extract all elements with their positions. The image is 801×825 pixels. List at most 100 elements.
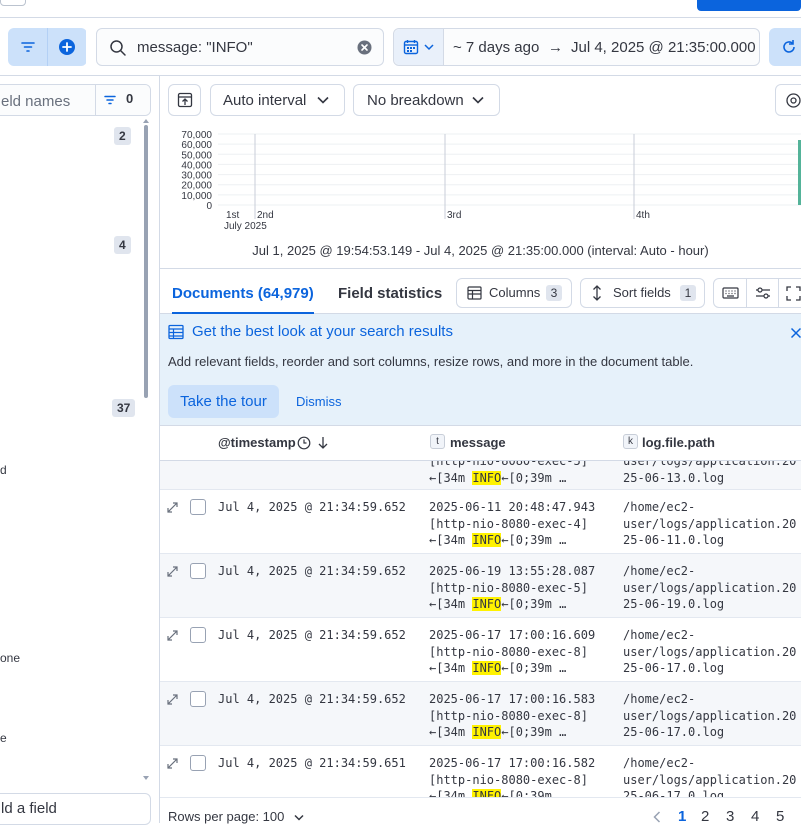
- row-select-checkbox[interactable]: [190, 563, 206, 579]
- expand-row-icon[interactable]: [166, 565, 179, 578]
- callout-title: Get the best look at your search results: [192, 323, 453, 340]
- data-grid-body: [http-nio-8080-exec-5] ←[34m INFO←[0;39m…: [160, 461, 801, 797]
- column-header-timestamp[interactable]: @timestamp: [218, 435, 296, 450]
- message-cell-line: [http-nio-8080-exec-5]: [429, 580, 588, 595]
- message-cell-line: ←[34m INFO←[0;39m …: [429, 533, 567, 547]
- clear-icon[interactable]: [357, 40, 372, 55]
- message-cell-line: 2025-06-17 17:00:16.582: [429, 756, 596, 770]
- message-cell-line: 2025-06-17 17:00:16.583: [429, 692, 596, 706]
- table-row[interactable]: Jul 4, 2025 @ 21:34:59.652 2025-06-17 17:…: [160, 618, 801, 682]
- chart-x-sublabel: July 2025: [224, 221, 267, 232]
- chart-y-tick-label: 0: [206, 201, 212, 212]
- field-list-sidebar: eld names 0 2 4 37 d one e ld a field: [0, 76, 160, 825]
- add-field-button[interactable]: ld a field: [0, 793, 151, 825]
- row-select-checkbox[interactable]: [190, 691, 206, 707]
- timestamp-cell: Jul 4, 2025 @ 21:34:59.652: [218, 628, 406, 642]
- tour-callout: Get the best look at your search results…: [160, 314, 801, 425]
- page-1[interactable]: 1: [678, 808, 686, 825]
- search-input[interactable]: message: "INFO": [96, 28, 384, 66]
- path-cell-line: 25-06-17.0.log: [623, 725, 725, 739]
- filter-menu-button[interactable]: [8, 28, 47, 66]
- query-bar: message: "INFO" ~ 7 days ago → Jul 4, 20…: [0, 18, 801, 76]
- sort-fields-button[interactable]: Sort fields 1: [580, 278, 705, 308]
- plus-circle-icon: [59, 39, 75, 55]
- refresh-button[interactable]: [769, 28, 801, 66]
- add-filter-button[interactable]: [47, 28, 86, 66]
- message-cell-line: [http-nio-8080-exec-4]: [429, 516, 588, 531]
- message-cell-line: 2025-06-17 17:00:16.609: [429, 628, 596, 642]
- sort-fields-label: Sort fields: [613, 285, 671, 300]
- menu-button-cropped[interactable]: [0, 0, 26, 6]
- filter-icon: [104, 95, 116, 105]
- message-cell-line: ←[34m INFO←[0;39m …: [429, 788, 566, 797]
- column-header-log-file-path[interactable]: log.file.path: [642, 435, 715, 450]
- keyboard-icon: [722, 287, 739, 299]
- page-5[interactable]: 5: [776, 808, 784, 825]
- date-start[interactable]: ~ 7 days ago: [453, 39, 539, 56]
- filter-icon: [20, 42, 35, 52]
- refresh-icon: [783, 40, 795, 53]
- tab-documents[interactable]: Documents (64,979): [172, 285, 314, 314]
- chevron-left-icon[interactable]: [653, 811, 661, 823]
- field-search-input[interactable]: eld names 0: [0, 84, 151, 116]
- row-select-checkbox[interactable]: [190, 499, 206, 515]
- row-select-checkbox[interactable]: [190, 755, 206, 771]
- page-4[interactable]: 4: [751, 808, 759, 825]
- path-cell-line: user/logs/application.20: [623, 644, 797, 659]
- breakdown-select[interactable]: No breakdown: [353, 84, 500, 116]
- fullscreen-button[interactable]: [778, 278, 801, 308]
- path-cell-line: user/logs/application.20: [623, 461, 797, 468]
- page-3[interactable]: 3: [726, 808, 734, 825]
- sort-fields-count: 1: [680, 285, 696, 301]
- table-row[interactable]: Jul 4, 2025 @ 21:34:59.652 2025-06-11 20:…: [160, 490, 801, 554]
- chevron-down-icon: [424, 44, 434, 51]
- display-settings-button[interactable]: [746, 278, 779, 308]
- quick-select-button[interactable]: [394, 29, 444, 65]
- field-name-fragment[interactable]: one: [0, 651, 20, 665]
- expand-row-icon[interactable]: [166, 693, 179, 706]
- table-row[interactable]: Jul 4, 2025 @ 21:34:59.651 2025-06-17 17:…: [160, 746, 801, 797]
- search-icon: [110, 40, 126, 56]
- table-row[interactable]: Jul 4, 2025 @ 21:34:59.652 2025-06-17 17:…: [160, 682, 801, 746]
- expand-row-icon[interactable]: [166, 501, 179, 514]
- page-2[interactable]: 2: [701, 808, 709, 825]
- date-end[interactable]: Jul 4, 2025 @ 21:35:00.000: [571, 39, 756, 56]
- date-picker: ~ 7 days ago → Jul 4, 2025 @ 21:35:00.00…: [393, 28, 760, 66]
- scroll-up-icon[interactable]: [142, 118, 150, 124]
- callout-body: Add relevant fields, reorder and sort co…: [168, 354, 694, 369]
- close-icon[interactable]: [790, 327, 801, 339]
- interval-select[interactable]: Auto interval: [210, 84, 345, 116]
- table-icon: [467, 286, 482, 300]
- path-cell-line: 25-06-19.0.log: [623, 597, 725, 611]
- columns-button[interactable]: Columns 3: [456, 278, 572, 308]
- keyboard-shortcuts-button[interactable]: [713, 278, 747, 308]
- field-name-fragment[interactable]: e: [0, 731, 7, 745]
- search-query-text: message: "INFO": [137, 39, 253, 56]
- table-row[interactable]: Jul 4, 2025 @ 21:34:59.652 2025-06-19 13:…: [160, 554, 801, 618]
- sidebar-scrollbar[interactable]: [144, 125, 148, 398]
- dismiss-link[interactable]: Dismiss: [296, 394, 342, 409]
- field-filter-button[interactable]: 0: [95, 85, 150, 115]
- chart-time-range-caption: Jul 1, 2025 @ 19:54:53.149 - Jul 4, 2025…: [252, 243, 709, 258]
- date-arrow-icon: →: [548, 39, 563, 56]
- sort-descending-icon[interactable]: [317, 436, 329, 450]
- path-cell-line: /home/ec2-: [623, 628, 696, 642]
- chart-x-tick-label: 3rd: [447, 210, 461, 221]
- expand-row-icon[interactable]: [166, 629, 179, 642]
- collapse-chart-button[interactable]: [168, 84, 201, 116]
- table-row[interactable]: [http-nio-8080-exec-5] ←[34m INFO←[0;39m…: [160, 461, 801, 490]
- primary-action-button-cropped[interactable]: [697, 0, 801, 11]
- take-tour-button[interactable]: Take the tour: [168, 385, 279, 418]
- chart-options-button[interactable]: [775, 84, 801, 116]
- field-name-fragment[interactable]: d: [0, 463, 7, 477]
- rows-per-page-select[interactable]: Rows per page: 100: [168, 809, 304, 824]
- scroll-down-icon[interactable]: [142, 775, 150, 781]
- expand-row-icon[interactable]: [166, 757, 179, 770]
- tab-field-statistics[interactable]: Field statistics: [338, 285, 442, 302]
- highlight-term: INFO: [472, 661, 502, 675]
- chart-x-tick-label: 4th: [636, 210, 650, 221]
- chevron-down-icon: [317, 96, 329, 104]
- column-header-message[interactable]: message: [450, 435, 506, 450]
- row-select-checkbox[interactable]: [190, 627, 206, 643]
- query-button-group: [8, 28, 87, 66]
